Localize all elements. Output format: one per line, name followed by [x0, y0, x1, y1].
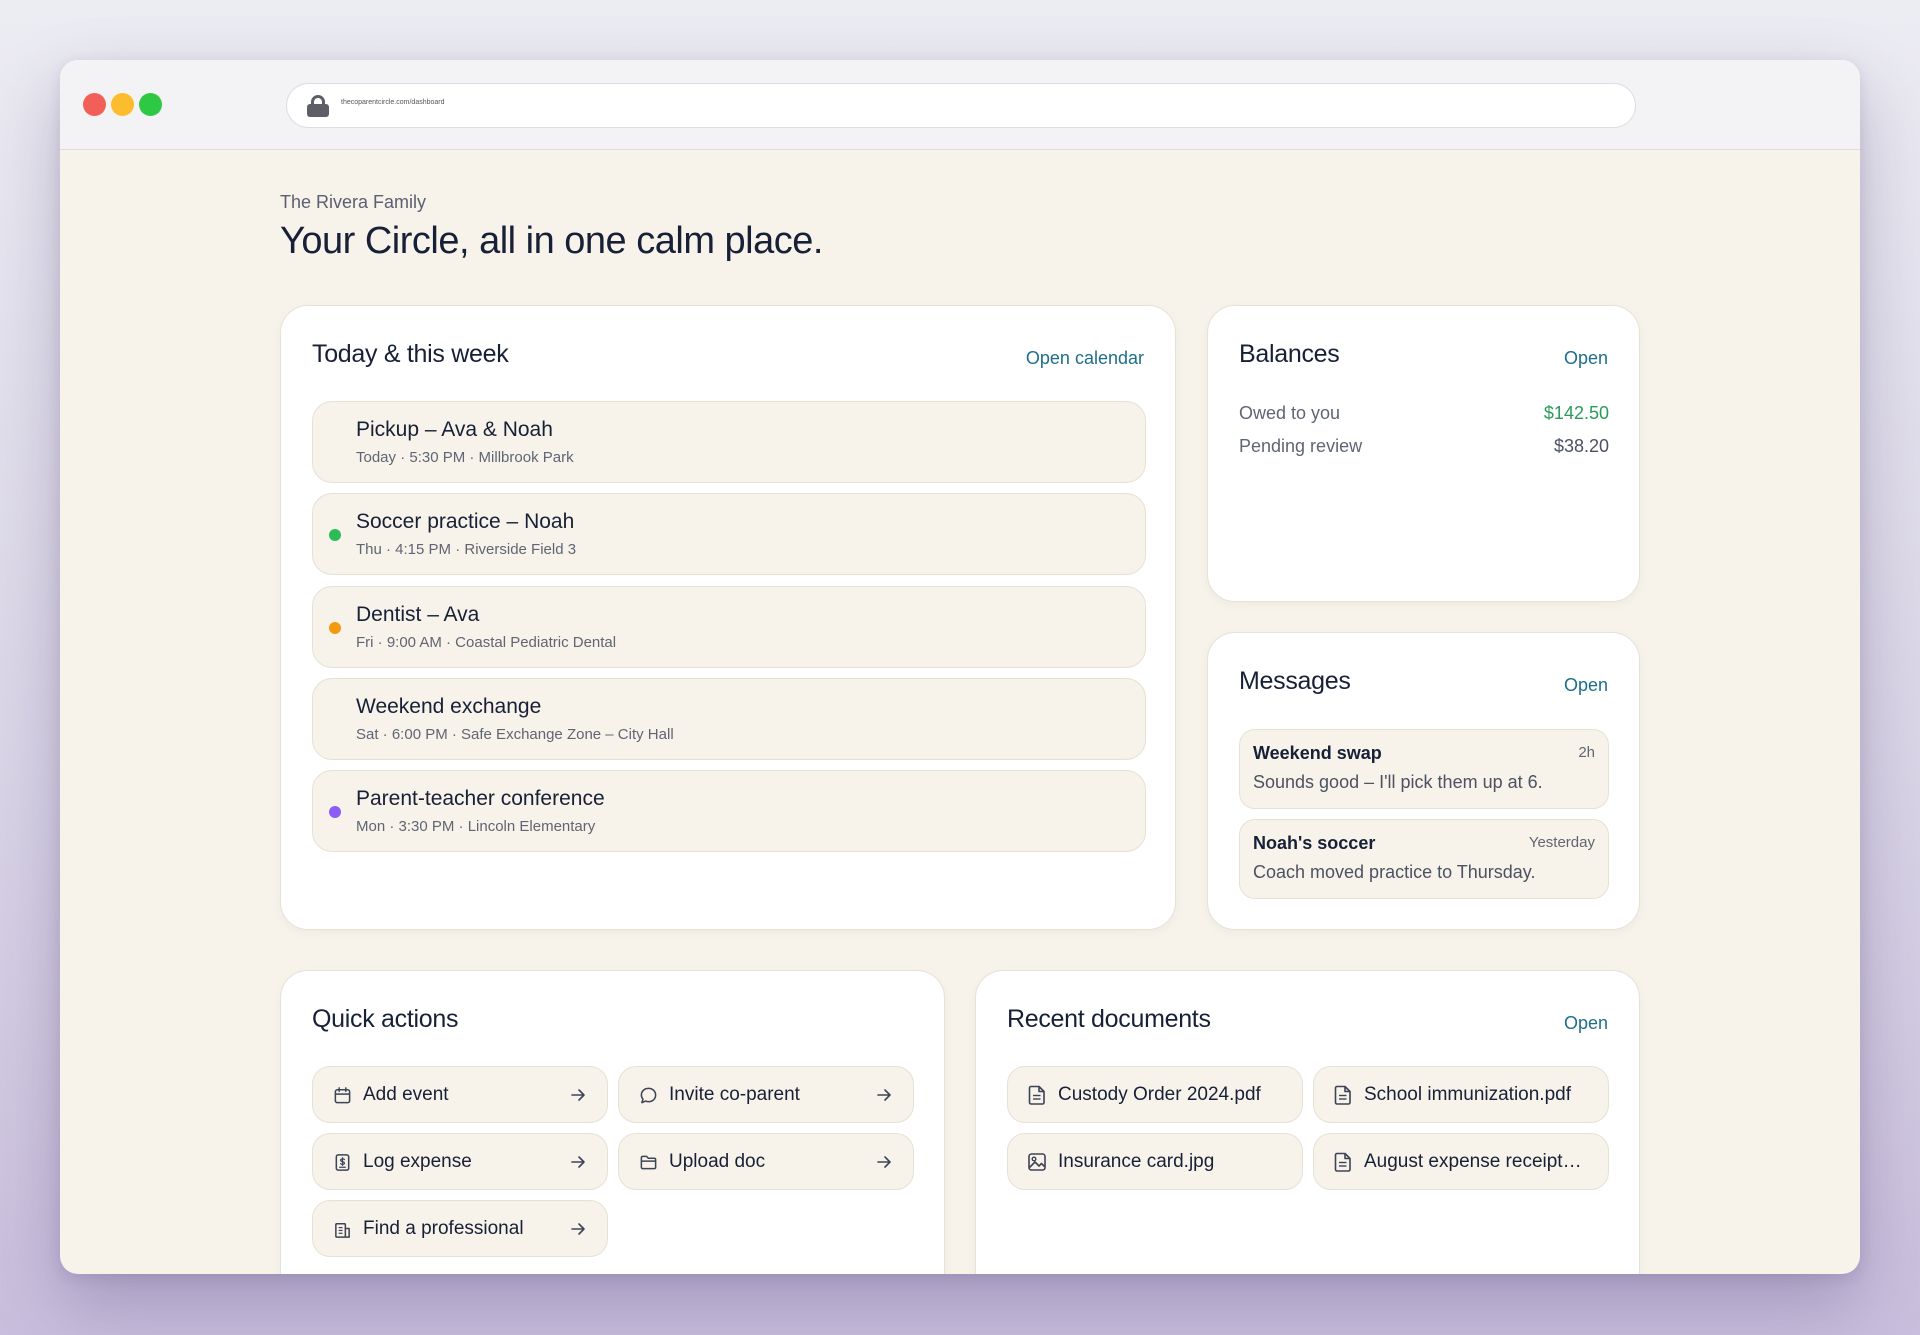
document-item[interactable]: School immunization.pdf — [1313, 1066, 1609, 1123]
status-dot-icon — [329, 529, 341, 541]
calendar-icon — [334, 1087, 351, 1104]
event-details: Mon · 3:30 PM · Lincoln Elementary — [356, 818, 596, 835]
maximize-window-button[interactable] — [139, 93, 162, 116]
invite-co-parent-button[interactable]: Invite co-parent — [618, 1066, 914, 1123]
close-window-button[interactable] — [83, 93, 106, 116]
open-calendar-link[interactable]: Open calendar — [1026, 348, 1144, 369]
document-item[interactable]: Custody Order 2024.pdf — [1007, 1066, 1303, 1123]
recent-documents-card: Recent documents Open Custody Order 2024… — [975, 970, 1640, 1274]
action-label: Add event — [363, 1084, 449, 1105]
messages-title: Messages — [1239, 667, 1351, 695]
event-title: Dentist – Ava — [356, 603, 480, 626]
browser-toolbar: thecoparentcircle.com/dashboard — [60, 60, 1860, 150]
status-dot-icon — [329, 806, 341, 818]
message-title: Noah's soccer — [1253, 833, 1376, 853]
action-label: Log expense — [363, 1151, 472, 1172]
upload-doc-button[interactable]: Upload doc — [618, 1133, 914, 1190]
message-title: Weekend swap — [1253, 743, 1382, 763]
message-time: 2h — [1578, 744, 1595, 761]
balance-row: Owed to you $142.50 — [1239, 403, 1609, 424]
event-title: Pickup – Ava & Noah — [356, 418, 553, 441]
event-item[interactable]: Pickup – Ava & Noah Today · 5:30 PM · Mi… — [312, 401, 1146, 483]
balances-title: Balances — [1239, 340, 1340, 368]
quick-actions-title: Quick actions — [312, 1005, 459, 1033]
messages-card: Messages Open Weekend swap 2h Sounds goo… — [1207, 632, 1640, 930]
building-icon — [335, 1223, 350, 1238]
balance-value: $142.50 — [1543, 403, 1609, 423]
event-item[interactable]: Parent-teacher conference Mon · 3:30 PM … — [312, 770, 1146, 852]
action-label: Find a professional — [363, 1218, 524, 1239]
documents-title: Recent documents — [1007, 1005, 1211, 1033]
arrow-right-icon — [877, 1156, 891, 1168]
action-label: Upload doc — [669, 1151, 766, 1172]
event-item[interactable]: Weekend exchange Sat · 6:00 PM · Safe Ex… — [312, 678, 1146, 760]
balances-card: Balances Open Owed to you $142.50 Pendin… — [1207, 305, 1640, 602]
file-text-icon — [1028, 1085, 1045, 1105]
image-icon — [1028, 1153, 1046, 1171]
document-item[interactable]: Insurance card.jpg — [1007, 1133, 1303, 1190]
receipt-dollar-icon — [335, 1154, 350, 1171]
balance-label: Pending review — [1239, 436, 1363, 456]
message-item[interactable]: Weekend swap 2h Sounds good – I'll pick … — [1239, 729, 1609, 809]
chat-bubble-icon — [640, 1087, 657, 1104]
open-messages-link[interactable]: Open — [1564, 675, 1608, 696]
message-time: Yesterday — [1528, 834, 1595, 851]
file-text-icon — [1334, 1085, 1351, 1105]
balance-label: Owed to you — [1239, 403, 1341, 423]
event-title: Soccer practice – Noah — [356, 510, 575, 533]
page-title: Your Circle, all in one calm place. — [280, 220, 823, 262]
event-details: Today · 5:30 PM · Millbrook Park — [356, 449, 574, 466]
family-name: The Rivera Family — [280, 192, 427, 212]
url-text: thecoparentcircle.com/dashboard — [341, 99, 445, 106]
event-details: Thu · 4:15 PM · Riverside Field 3 — [356, 541, 577, 558]
balance-row: Pending review $38.20 — [1239, 436, 1609, 457]
file-text-icon — [1334, 1152, 1351, 1172]
browser-window: thecoparentcircle.com/dashboard The Rive… — [60, 60, 1860, 1274]
message-preview: Coach moved practice to Thursday. — [1253, 862, 1536, 882]
document-name: Custody Order 2024.pdf — [1058, 1084, 1261, 1105]
arrow-right-icon — [571, 1089, 585, 1101]
document-name: Insurance card.jpg — [1058, 1151, 1215, 1172]
document-name: August expense receipt… — [1364, 1151, 1582, 1172]
document-item[interactable]: August expense receipt… — [1313, 1133, 1609, 1190]
event-title: Parent-teacher conference — [356, 787, 605, 810]
add-event-button[interactable]: Add event — [312, 1066, 608, 1123]
minimize-window-button[interactable] — [111, 93, 134, 116]
dashboard: The Rivera Family Your Circle, all in on… — [60, 150, 1860, 1274]
arrow-right-icon — [877, 1089, 891, 1101]
schedule-card: Today & this week Open calendar Pickup –… — [280, 305, 1176, 930]
event-item[interactable]: Dentist – Ava Fri · 9:00 AM · Coastal Pe… — [312, 586, 1146, 668]
document-name: School immunization.pdf — [1364, 1084, 1571, 1105]
open-balances-link[interactable]: Open — [1564, 348, 1608, 369]
message-item[interactable]: Noah's soccer Yesterday Coach moved prac… — [1239, 819, 1609, 899]
arrow-right-icon — [571, 1156, 585, 1168]
log-expense-button[interactable]: Log expense — [312, 1133, 608, 1190]
event-details: Sat · 6:00 PM · Safe Exchange Zone – Cit… — [356, 726, 674, 743]
event-details: Fri · 9:00 AM · Coastal Pediatric Dental — [356, 634, 617, 651]
lock-icon — [307, 95, 329, 117]
balance-value: $38.20 — [1553, 436, 1609, 456]
message-preview: Sounds good – I'll pick them up at 6. — [1253, 772, 1543, 792]
open-documents-link[interactable]: Open — [1564, 1013, 1608, 1034]
event-item[interactable]: Soccer practice – Noah Thu · 4:15 PM · R… — [312, 493, 1146, 575]
folder-icon — [640, 1155, 657, 1170]
arrow-right-icon — [571, 1223, 585, 1235]
event-title: Weekend exchange — [356, 695, 542, 718]
find-professional-button[interactable]: Find a professional — [312, 1200, 608, 1257]
status-dot-icon — [329, 622, 341, 634]
address-bar[interactable]: thecoparentcircle.com/dashboard — [286, 83, 1636, 128]
schedule-title: Today & this week — [312, 340, 509, 368]
quick-actions-card: Quick actions Add event Invite co-parent — [280, 970, 945, 1274]
action-label: Invite co-parent — [669, 1084, 800, 1105]
